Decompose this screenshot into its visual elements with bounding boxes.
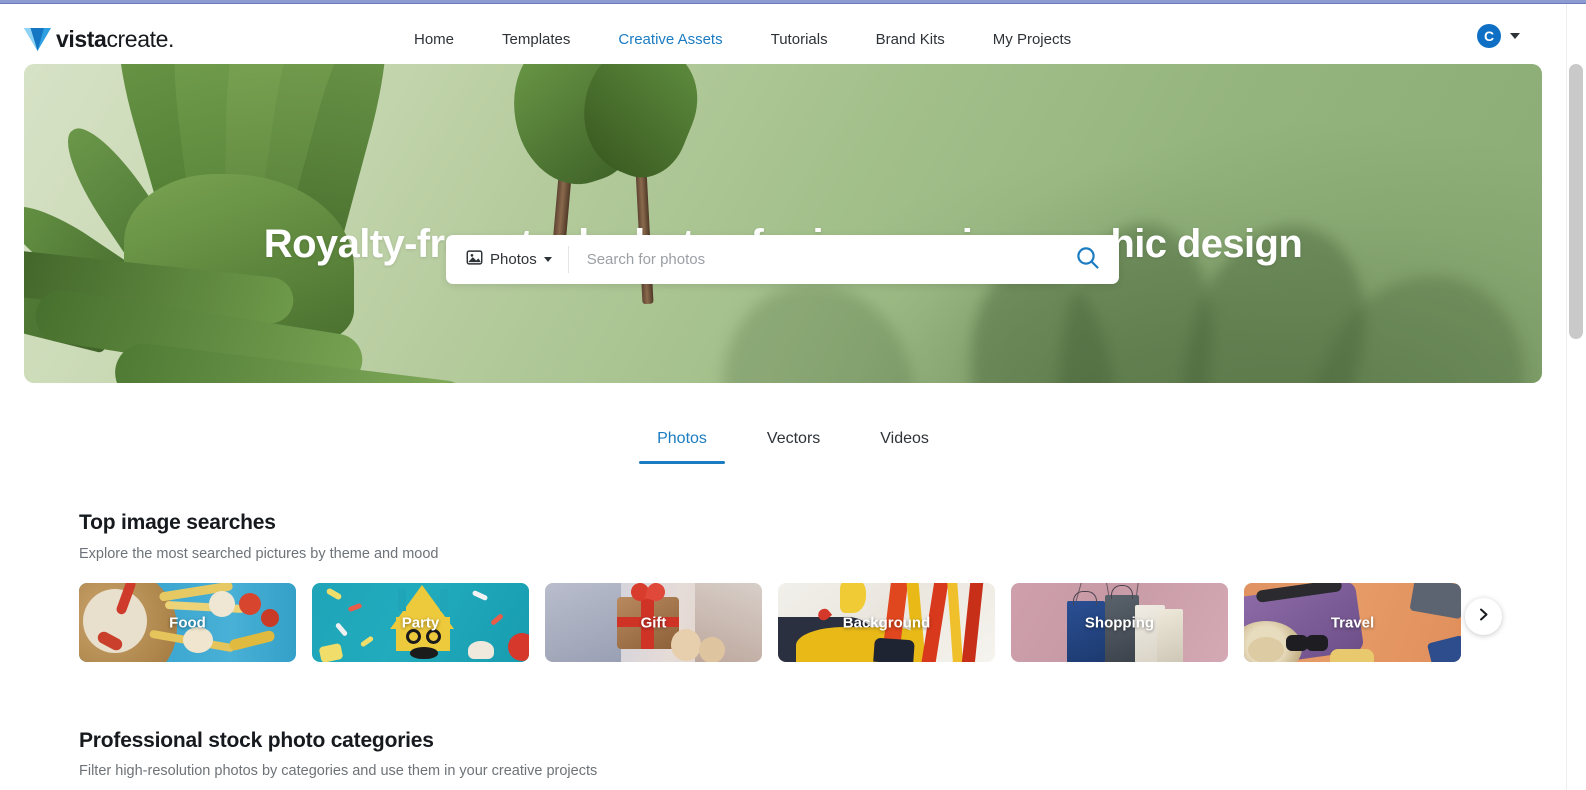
category-card-party[interactable]: Party (312, 583, 529, 662)
nav-item-tutorials[interactable]: Tutorials (747, 8, 852, 70)
nav-item-brand-kits[interactable]: Brand Kits (852, 8, 969, 70)
asset-search-bar: Photos (446, 235, 1119, 284)
logo-bold: vista (56, 26, 107, 52)
nav-item-my-projects[interactable]: My Projects (969, 8, 1095, 70)
scrollbar-thumb[interactable] (1569, 64, 1583, 339)
nav-item-home[interactable]: Home (390, 8, 478, 70)
tab-videos[interactable]: Videos (850, 420, 959, 464)
card-label: Party (401, 614, 440, 631)
category-card-shopping[interactable]: Shopping (1011, 583, 1228, 662)
hero-banner: Royalty-free stock photos for impressive… (24, 64, 1542, 383)
vista-triangle-logo-icon (24, 28, 51, 51)
search-button[interactable] (1057, 235, 1119, 284)
chevron-right-icon (1477, 608, 1490, 626)
carousel-next-button[interactable] (1465, 598, 1502, 635)
logo-dot: . (167, 26, 174, 52)
account-menu[interactable]: C (1477, 24, 1520, 48)
card-label: Shopping (1084, 614, 1155, 631)
search-input[interactable] (568, 235, 1057, 284)
page-root: vistacreate. Home Templates Creative Ass… (0, 0, 1586, 790)
card-label: Background (842, 614, 931, 631)
image-icon (466, 249, 483, 271)
top-searches-subtitle: Explore the most searched pictures by th… (79, 546, 439, 562)
search-type-label: Photos (490, 251, 537, 268)
main-nav: Home Templates Creative Assets Tutorials… (390, 8, 1095, 70)
category-card-background[interactable]: Background (778, 583, 995, 662)
card-label: Travel (1330, 614, 1375, 631)
page-scrollbar[interactable] (1566, 4, 1586, 790)
category-card-gift[interactable]: Gift (545, 583, 762, 662)
top-searches-title: Top image searches (79, 511, 276, 534)
card-label: Food (169, 614, 206, 631)
top-navbar: vistacreate. Home Templates Creative Ass… (0, 4, 1566, 70)
top-searches-carousel: Food Party Gift Background Shopping Trav… (79, 583, 1502, 662)
category-card-travel[interactable]: Travel (1244, 583, 1461, 662)
search-icon (1075, 245, 1101, 274)
category-card-food[interactable]: Food (79, 583, 296, 662)
logo-light: create (106, 26, 168, 52)
card-label: Gift (640, 614, 667, 631)
vistacreate-logo[interactable]: vistacreate. (24, 23, 174, 51)
logo-wordmark: vistacreate. (56, 28, 174, 51)
nav-item-creative-assets[interactable]: Creative Assets (594, 8, 746, 70)
decorative-leaf (493, 64, 744, 214)
nav-item-templates[interactable]: Templates (478, 8, 594, 70)
asset-type-tabs: Photos Vectors Videos (0, 420, 1586, 464)
avatar[interactable]: C (1477, 24, 1501, 48)
categories-title: Professional stock photo categories (79, 729, 434, 752)
categories-subtitle: Filter high-resolution photos by categor… (79, 763, 598, 779)
chevron-down-icon[interactable] (543, 257, 552, 262)
search-type-dropdown[interactable]: Photos (446, 235, 568, 284)
tab-photos[interactable]: Photos (627, 420, 737, 464)
tab-vectors[interactable]: Vectors (737, 420, 850, 464)
chevron-down-icon[interactable] (1510, 33, 1520, 39)
decorative-leaf (24, 248, 514, 383)
